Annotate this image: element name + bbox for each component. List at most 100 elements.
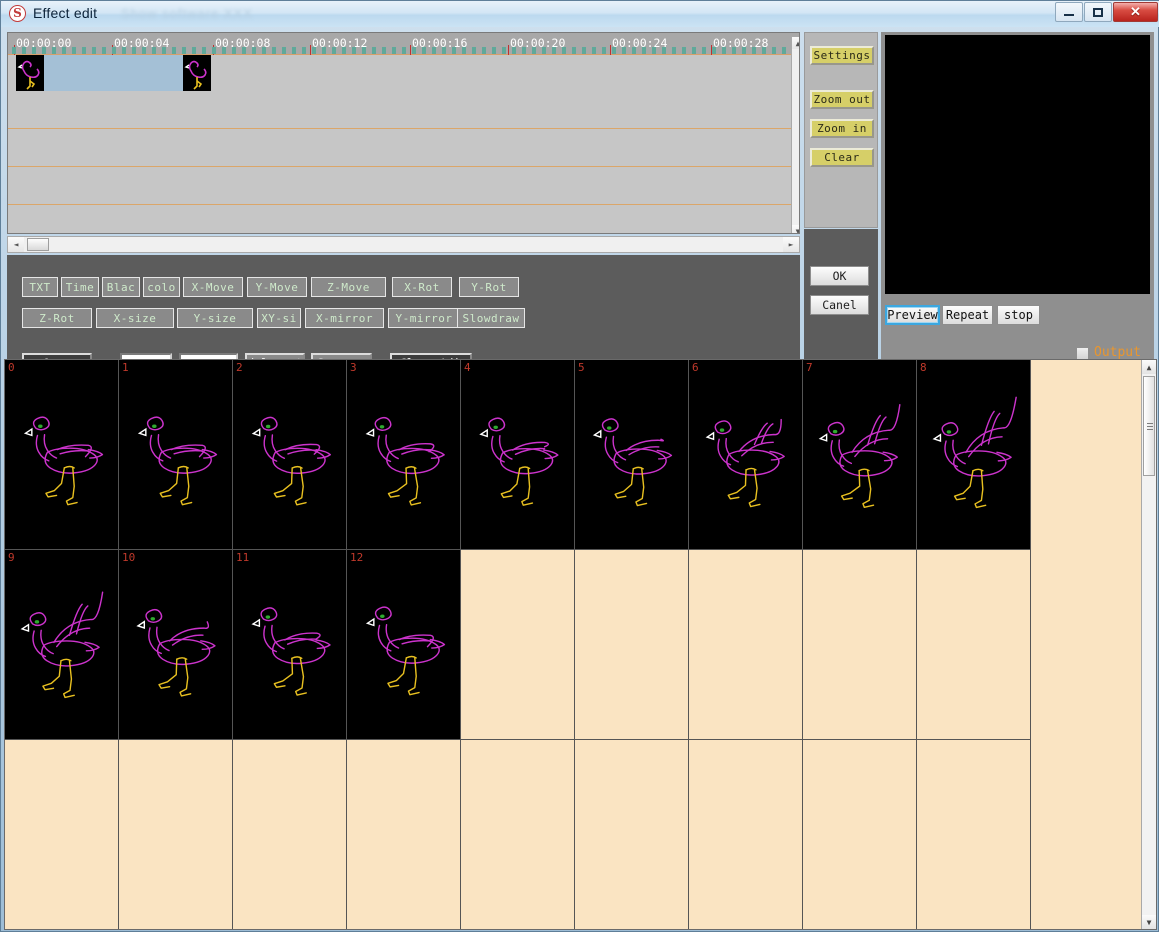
frame-cell[interactable]: 5	[575, 360, 689, 550]
flamingo-frame-icon	[251, 607, 331, 696]
frame-cell[interactable]: 7	[803, 360, 917, 550]
ruler-tick	[172, 47, 176, 54]
ruler-tick	[702, 47, 706, 54]
timeline-panel[interactable]: 00:00:00 00:00:04 00:00:08 00:00:12 00:00:16…	[7, 32, 800, 234]
frames-scroll-up-icon[interactable]: ▲	[1142, 360, 1156, 374]
scroll-right-icon[interactable]: ►	[783, 237, 799, 252]
frame-cell[interactable]: 10	[119, 550, 233, 740]
frame-cell[interactable]: 2	[233, 360, 347, 550]
frame-cell[interactable]: 11	[233, 550, 347, 740]
frame-cell[interactable]: 3	[347, 360, 461, 550]
frame-cell[interactable]: 4	[461, 360, 575, 550]
title-bar: S Effect edit Show software XXX ✕	[1, 1, 1159, 27]
frame-cell[interactable]: 12	[347, 550, 461, 740]
output-label: Output	[1094, 345, 1141, 360]
effect-y-move-button[interactable]: Y-Move	[247, 277, 307, 297]
timeline-track[interactable]	[8, 55, 799, 91]
timeline-row[interactable]	[8, 167, 799, 204]
hscroll-thumb[interactable]	[27, 238, 49, 251]
frame-cell[interactable]: 6	[689, 360, 803, 550]
effect-x-size-button[interactable]: X-size	[96, 308, 174, 328]
frame-cell-empty[interactable]	[347, 740, 461, 929]
frame-cell-empty[interactable]	[461, 550, 575, 740]
ruler-tick	[462, 47, 466, 54]
frame-cell-empty[interactable]	[689, 740, 803, 929]
ruler-tick	[662, 47, 666, 54]
timeline-zoom-in-button[interactable]: Zoom in	[810, 119, 874, 138]
frame-cell[interactable]: 9	[5, 550, 119, 740]
frame-cell-empty[interactable]	[689, 550, 803, 740]
timeline-clear-button[interactable]: Clear	[810, 148, 874, 167]
frame-cell-empty[interactable]	[461, 740, 575, 929]
timeline-vertical-scrollbar[interactable]: ▲ ▼	[791, 36, 799, 233]
repeat-button[interactable]: Repeat	[942, 305, 993, 325]
frame-cell-empty[interactable]	[575, 740, 689, 929]
close-button[interactable]: ✕	[1113, 2, 1158, 22]
frame-cell[interactable]: 8	[917, 360, 1031, 550]
maximize-button[interactable]	[1084, 2, 1112, 22]
flamingo-frame-icon	[365, 606, 446, 696]
frame-cell-empty[interactable]	[5, 740, 119, 929]
frame-cell-empty[interactable]	[803, 550, 917, 740]
frame-cell-empty[interactable]	[575, 550, 689, 740]
frame-cell-empty[interactable]	[233, 740, 347, 929]
ruler-tick	[92, 47, 96, 54]
timeline-scroll-down-icon[interactable]: ▼	[792, 225, 799, 233]
timeline-row[interactable]	[8, 205, 799, 233]
effect-y-rot-button[interactable]: Y-Rot	[459, 277, 519, 297]
effect-z-rot-button[interactable]: Z-Rot	[22, 308, 92, 328]
frame-cell-empty[interactable]	[917, 740, 1031, 929]
canel-button[interactable]: Canel	[810, 295, 869, 315]
effect-time-button[interactable]: Time	[61, 277, 99, 297]
window-title: Effect edit	[33, 5, 98, 21]
frame-index-label: 4	[464, 361, 471, 374]
ruler-tick	[212, 47, 216, 54]
frames-scroll-down-icon[interactable]: ▼	[1142, 915, 1156, 929]
effect-y-mirror-button[interactable]: Y-mirror	[388, 308, 460, 328]
frame-index-label: 11	[236, 551, 250, 564]
frames-vertical-scrollbar[interactable]: ▲ ▼	[1141, 360, 1156, 929]
timeline-zoom-out-button[interactable]: Zoom out	[810, 90, 874, 109]
effect-colo-button[interactable]: colo	[143, 277, 180, 297]
minimize-button[interactable]	[1055, 2, 1083, 22]
effect-x-mirror-button[interactable]: X-mirror	[305, 308, 384, 328]
frames-scroll-thumb[interactable]	[1143, 376, 1155, 476]
stop-button[interactable]: stop	[997, 305, 1040, 325]
frame-cell-empty[interactable]	[119, 740, 233, 929]
effect-y-size-button[interactable]: Y-size	[177, 308, 253, 328]
ruler-tick	[42, 47, 46, 54]
effect-blac-button[interactable]: Blac	[102, 277, 140, 297]
ruler-tick	[402, 47, 406, 54]
ruler-tick	[772, 47, 776, 54]
ok-button[interactable]: OK	[810, 266, 869, 286]
effect-xy-si-button[interactable]: XY-si	[257, 308, 301, 328]
frames-grid-panel[interactable]: 0 1 2 3 4 5 6 7 8 9 10 11 12 ▲ ▼	[4, 359, 1157, 930]
frame-cell-empty[interactable]	[803, 740, 917, 929]
ruler-tick	[292, 47, 296, 54]
flamingo-thumb-icon	[17, 60, 40, 90]
timeline-horizontal-scrollbar[interactable]: ◄ ►	[7, 236, 800, 253]
scroll-left-icon[interactable]: ◄	[8, 237, 24, 252]
timeline-row[interactable]	[8, 91, 799, 128]
flamingo-frame-icon	[932, 396, 1017, 509]
effect-edit-window: S Effect edit Show software XXX ✕ 00:00:…	[0, 0, 1159, 932]
effect-z-move-button[interactable]: Z-Move	[311, 277, 386, 297]
effect-slowdraw-button[interactable]: Slowdraw	[457, 308, 525, 328]
frame-cell[interactable]: 1	[119, 360, 233, 550]
effect-x-move-button[interactable]: X-Move	[183, 277, 243, 297]
ruler-tick	[642, 47, 646, 54]
timeline-ruler[interactable]: 00:00:00 00:00:04 00:00:08 00:00:12 00:00:16…	[8, 33, 799, 55]
timeline-settings-button[interactable]: Settings	[810, 46, 874, 65]
clip-selection-range[interactable]	[44, 55, 183, 91]
effect-txt-button[interactable]: TXT	[22, 277, 58, 297]
effect-x-rot-button[interactable]: X-Rot	[392, 277, 452, 297]
timeline-row[interactable]	[8, 129, 799, 166]
frame-cell[interactable]: 0	[5, 360, 119, 550]
timeline-scroll-up-icon[interactable]: ▲	[792, 37, 799, 49]
clip-start-thumbnail[interactable]	[16, 55, 44, 91]
preview-screen[interactable]	[885, 35, 1150, 294]
ruler-tick	[62, 47, 66, 54]
preview-button[interactable]: Preview	[885, 305, 940, 325]
frame-cell-empty[interactable]	[917, 550, 1031, 740]
clip-end-thumbnail[interactable]	[183, 55, 211, 91]
